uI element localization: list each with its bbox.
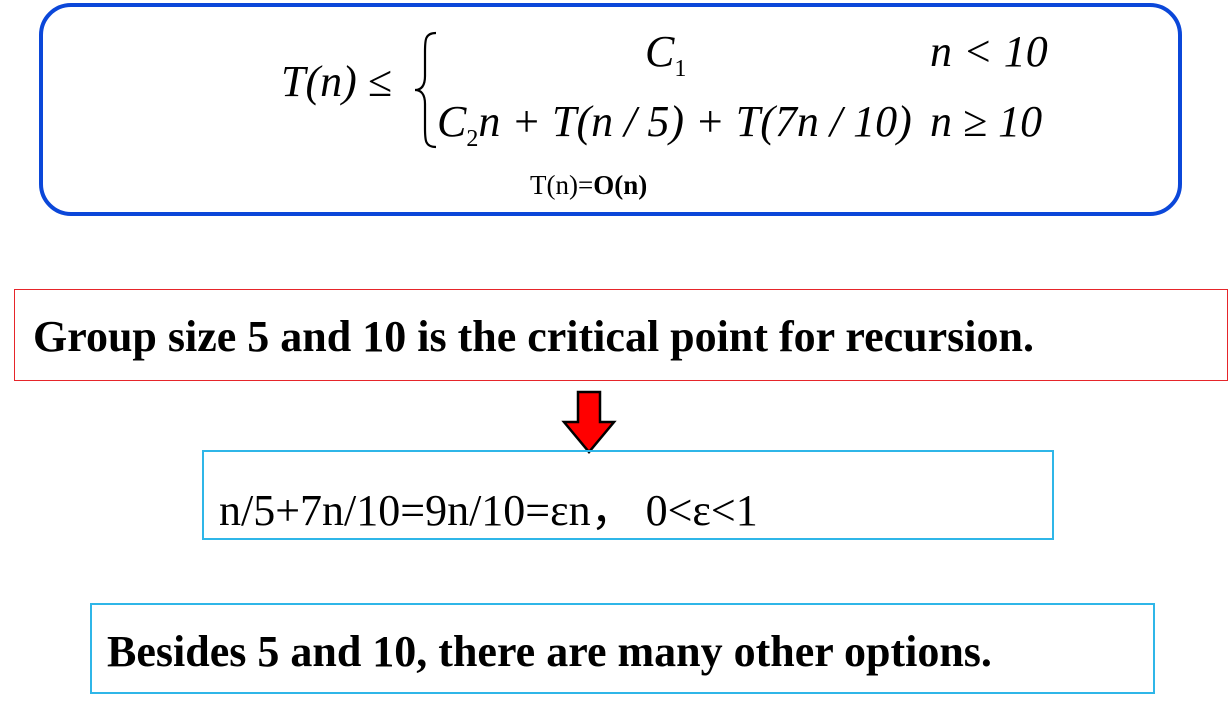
case2-condition: n ≥ 10 xyxy=(930,97,1043,146)
left-brace-icon xyxy=(414,31,437,149)
options-text: Besides 5 and 10, there are many other o… xyxy=(107,627,992,676)
case1-condition: n < 10 xyxy=(930,27,1048,76)
complexity-result: T(n)=O(n) xyxy=(530,170,648,200)
critical-point-text: Group size 5 and 10 is the critical poin… xyxy=(33,312,1034,361)
epsilon-equation: n/5+7n/10=9n/10=εn， 0<ε<1 xyxy=(219,486,758,535)
down-arrow-icon xyxy=(561,390,617,454)
case1-expression: C1 xyxy=(645,27,687,82)
case2-expression: C2n + T(n / 5) + T(7n / 10) xyxy=(437,97,912,152)
recurrence-lhs: T(n) ≤ xyxy=(281,57,392,106)
